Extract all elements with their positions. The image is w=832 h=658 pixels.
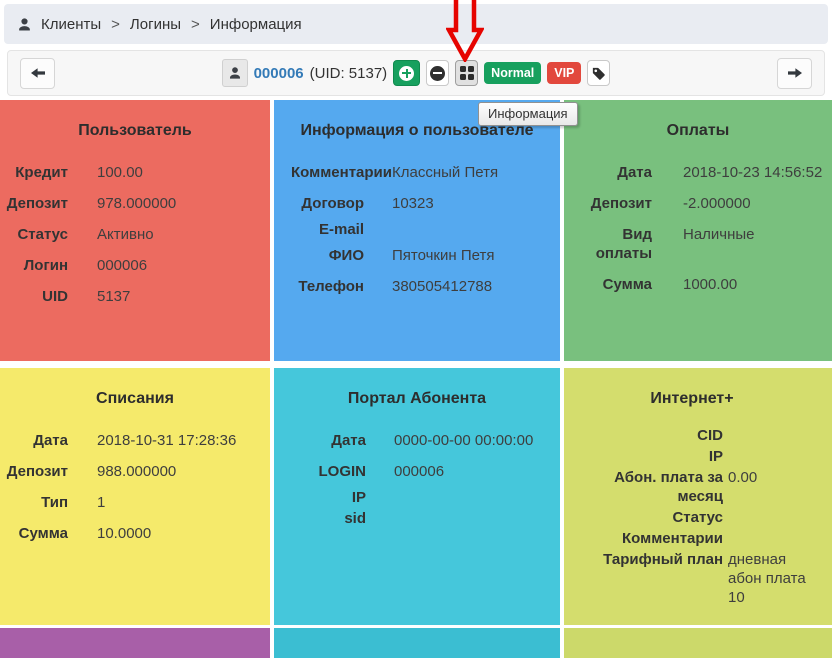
field-label: Дата: [564, 163, 683, 182]
field-value: [394, 509, 560, 528]
arrow-left-icon: [30, 67, 46, 79]
field-label: sid: [274, 509, 394, 528]
field-value: Пяточкин Петя: [392, 246, 560, 265]
field-label: Логин: [0, 256, 97, 275]
information-button[interactable]: [455, 60, 478, 86]
tag-icon: [591, 66, 606, 81]
field-value: Классный Петя: [392, 163, 560, 182]
field-value: 1000.00: [683, 275, 832, 294]
field-label: Статус: [0, 225, 97, 244]
field-value: 1: [97, 493, 270, 512]
grid-icon: [460, 66, 474, 80]
field-label: IP: [564, 447, 728, 466]
panel-title: Оплаты: [564, 100, 832, 140]
field-value: 380505412788: [392, 277, 560, 296]
toolbar: 000006 (UID: 5137) Normal VIP: [7, 50, 825, 96]
field-label: Сумма: [564, 275, 683, 294]
field-label: Дата: [274, 431, 394, 450]
field-value: [728, 529, 820, 548]
breadcrumb-item-logins[interactable]: Логины: [130, 16, 181, 33]
breadcrumb-item-information[interactable]: Информация: [210, 16, 302, 33]
field-value: 000006: [394, 462, 560, 481]
panel-user-info: Информация о пользователе КомментарииКла…: [274, 100, 560, 361]
field-label: UID: [0, 287, 97, 306]
panel-payments: Оплаты Дата2018-10-23 14:56:52 Депозит-2…: [564, 100, 832, 361]
panel-title: Пользователь: [0, 100, 270, 140]
breadcrumb: Клиенты > Логины > Информация: [4, 4, 828, 44]
field-label: CID: [564, 426, 728, 445]
field-label: Тип: [0, 493, 97, 512]
user-icon: [17, 17, 32, 32]
field-value: дневная абон плата 10: [728, 550, 820, 607]
field-value: [728, 426, 820, 445]
field-value: 0000-00-00 00:00:00: [394, 431, 560, 450]
toolbar-center-group: 000006 (UID: 5137) Normal VIP: [55, 59, 777, 87]
prev-button[interactable]: [20, 58, 55, 89]
tooltip: Информация: [478, 102, 578, 126]
panel-portal: Портал Абонента Дата0000-00-00 00:00:00 …: [274, 368, 560, 625]
remove-button[interactable]: [426, 60, 449, 86]
breadcrumb-item-clients[interactable]: Клиенты: [41, 16, 101, 33]
field-value: [394, 488, 560, 507]
breadcrumb-separator: >: [190, 16, 201, 33]
plus-circle-icon: [399, 66, 414, 81]
next-button[interactable]: [777, 58, 812, 89]
field-value: [728, 447, 820, 466]
field-label: Депозит: [564, 194, 683, 213]
field-value: Наличные: [683, 225, 832, 244]
field-value: 100.00: [97, 163, 270, 182]
field-label: Телефон: [274, 277, 392, 296]
field-value: -2.000000: [683, 194, 832, 213]
field-value: [392, 220, 560, 239]
field-value: 2018-10-31 17:28:36: [97, 431, 270, 450]
field-value: [728, 508, 820, 527]
field-value: Активно: [97, 225, 270, 244]
panel-charges: Списания Дата2018-10-31 17:28:36 Депозит…: [0, 368, 270, 625]
field-label: Абон. плата за месяц: [564, 468, 728, 506]
panel-user: Пользователь Кредит100.00 Депозит978.000…: [0, 100, 270, 361]
panel-internet-plus: Интернет+ CID IP Абон. плата за месяц0.0…: [564, 368, 832, 625]
status-badge[interactable]: Normal: [484, 62, 541, 85]
user-icon: [222, 59, 248, 87]
minus-circle-icon: [430, 66, 445, 81]
tags-button[interactable]: [587, 60, 610, 86]
panels-area: Пользователь Кредит100.00 Депозит978.000…: [0, 100, 832, 658]
field-label: ФИО: [274, 246, 392, 265]
field-label: Комментарии: [274, 163, 392, 182]
breadcrumb-separator: >: [110, 16, 121, 33]
next-row-panel-left: [0, 628, 270, 658]
field-label: Депозит: [0, 462, 97, 481]
field-label: E-mail: [274, 220, 392, 239]
vip-badge[interactable]: VIP: [547, 62, 581, 85]
field-value: 10323: [392, 194, 560, 213]
uid-label: (UID: 5137): [310, 65, 388, 82]
next-row-panel-right: [564, 628, 832, 658]
field-label: IP: [274, 488, 394, 507]
field-label: Договор: [274, 194, 392, 213]
field-label: Кредит: [0, 163, 97, 182]
field-label: Вид оплаты: [564, 225, 683, 263]
field-label: Тарифный план: [564, 550, 728, 569]
panel-title: Списания: [0, 368, 270, 408]
field-value: 988.000000: [97, 462, 270, 481]
field-value: 000006: [97, 256, 270, 275]
field-label: Сумма: [0, 524, 97, 543]
arrow-right-icon: [787, 67, 803, 79]
login-link[interactable]: 000006: [254, 65, 304, 82]
panel-title: Портал Абонента: [274, 368, 560, 408]
field-value: 10.0000: [97, 524, 270, 543]
field-value: 5137: [97, 287, 270, 306]
field-label: Дата: [0, 431, 97, 450]
panel-title: Интернет+: [564, 368, 820, 408]
next-row-panel-middle: [274, 628, 560, 658]
field-label: Статус: [564, 508, 728, 527]
field-value: 2018-10-23 14:56:52: [683, 163, 832, 182]
add-button[interactable]: [393, 60, 420, 86]
field-label: Депозит: [0, 194, 97, 213]
field-value: 978.000000: [97, 194, 270, 213]
field-value: 0.00: [728, 468, 820, 487]
field-label: Комментарии: [564, 529, 728, 548]
field-label: LOGIN: [274, 462, 394, 481]
